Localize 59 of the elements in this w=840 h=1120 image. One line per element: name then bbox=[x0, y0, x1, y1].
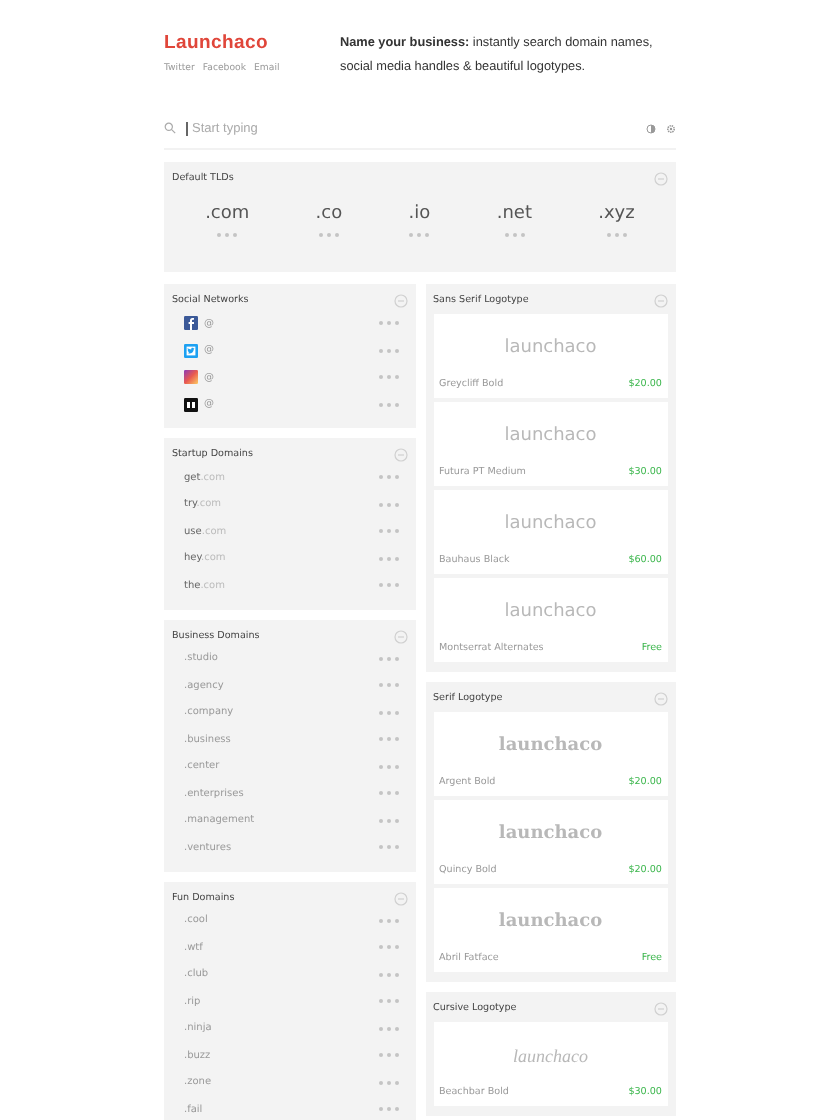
more-icon[interactable] bbox=[377, 320, 399, 327]
more-icon[interactable] bbox=[377, 347, 399, 354]
more-icon[interactable] bbox=[377, 655, 399, 662]
more-icon[interactable] bbox=[377, 682, 399, 689]
more-icon[interactable] bbox=[377, 790, 399, 797]
collapse-icon[interactable] bbox=[654, 1002, 668, 1016]
tld-name[interactable]: .net bbox=[496, 204, 532, 224]
bird-icon bbox=[184, 343, 198, 358]
logo-sample: launchaco bbox=[513, 1045, 588, 1065]
more-icon[interactable] bbox=[377, 501, 399, 508]
tld-name[interactable]: .co bbox=[315, 204, 343, 224]
more-icon[interactable] bbox=[377, 944, 399, 951]
square-logo-icon bbox=[184, 397, 198, 412]
tld-name[interactable]: .com bbox=[205, 204, 250, 224]
more-icon[interactable] bbox=[377, 709, 399, 716]
more-icon[interactable] bbox=[377, 1106, 399, 1113]
logo-sample: launchaco bbox=[504, 337, 597, 357]
more-icon[interactable] bbox=[377, 1079, 399, 1086]
more-icon[interactable] bbox=[377, 763, 399, 770]
collapse-icon[interactable] bbox=[654, 294, 668, 308]
tld-name[interactable]: .xyz bbox=[598, 204, 635, 224]
camera-icon bbox=[184, 370, 198, 385]
collapse-icon[interactable] bbox=[393, 294, 407, 308]
contrast-icon[interactable] bbox=[646, 123, 656, 133]
more-icon[interactable] bbox=[317, 232, 340, 238]
more-icon[interactable] bbox=[377, 555, 399, 562]
more-icon[interactable] bbox=[377, 401, 399, 408]
logo-sample: launchaco bbox=[504, 513, 597, 533]
more-icon[interactable] bbox=[377, 844, 399, 851]
more-icon[interactable] bbox=[377, 917, 399, 924]
logo-sample: launchaco bbox=[498, 823, 603, 843]
logo-sample: launchaco bbox=[498, 735, 603, 755]
search-icon bbox=[164, 122, 176, 134]
more-icon[interactable] bbox=[377, 736, 399, 743]
f-logo-icon bbox=[184, 316, 198, 331]
more-icon[interactable] bbox=[605, 232, 628, 238]
more-icon[interactable] bbox=[377, 971, 399, 978]
more-icon[interactable] bbox=[377, 528, 399, 535]
more-icon[interactable] bbox=[377, 817, 399, 824]
brand-logo[interactable]: Launchaco bbox=[164, 32, 340, 54]
logo-sample: launchaco bbox=[504, 601, 597, 621]
more-icon[interactable] bbox=[216, 232, 239, 238]
more-icon[interactable] bbox=[408, 232, 431, 238]
more-icon[interactable] bbox=[377, 1052, 399, 1059]
more-icon[interactable] bbox=[377, 1025, 399, 1032]
logo-sample: launchaco bbox=[504, 425, 597, 445]
more-icon[interactable] bbox=[377, 582, 399, 589]
settings-icon[interactable] bbox=[666, 123, 676, 133]
collapse-icon[interactable] bbox=[654, 172, 668, 186]
logo-sample: launchaco bbox=[498, 911, 603, 931]
more-icon[interactable] bbox=[377, 474, 399, 481]
collapse-icon[interactable] bbox=[393, 891, 407, 905]
tld-name[interactable]: .io bbox=[408, 204, 431, 224]
more-icon[interactable] bbox=[377, 374, 399, 381]
collapse-icon[interactable] bbox=[393, 448, 407, 462]
more-icon[interactable] bbox=[377, 998, 399, 1005]
more-icon[interactable] bbox=[503, 232, 526, 238]
collapse-icon[interactable] bbox=[393, 629, 407, 643]
collapse-icon[interactable] bbox=[654, 692, 668, 706]
